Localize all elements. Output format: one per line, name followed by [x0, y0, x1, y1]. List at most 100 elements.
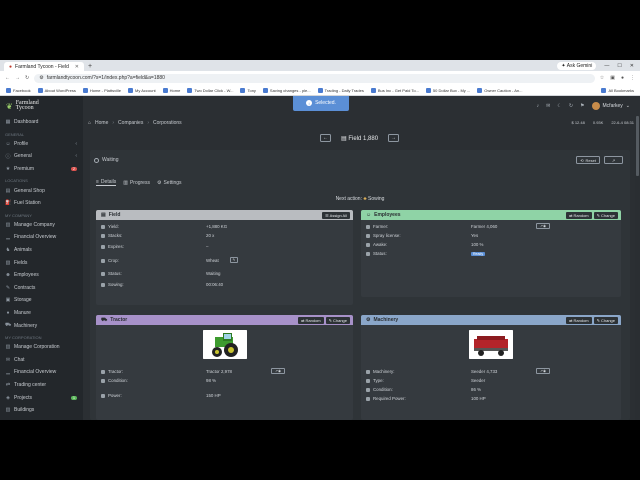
sidebar-item-employees[interactable]: ☻ Employees	[0, 269, 83, 282]
building-icon: ▥	[5, 344, 11, 351]
minimize-icon[interactable]: —	[604, 63, 609, 69]
employees-change-button[interactable]: ✎ Change	[593, 211, 618, 219]
site-info-icon[interactable]: ⚙	[39, 75, 43, 81]
row-action-button[interactable]: ↗ ◉	[536, 368, 550, 374]
reset-button[interactable]: ⟲ Reset	[576, 156, 600, 164]
sidebar-item-buildings[interactable]: ▥ Buildings	[0, 404, 83, 417]
share-button[interactable]: ↗	[604, 156, 623, 164]
maximize-icon[interactable]: ☐	[617, 63, 621, 69]
sidebar-item-contracts[interactable]: ✎ Contracts	[0, 282, 83, 295]
prev-field-button[interactable]: ←	[320, 134, 331, 142]
bookmark-item[interactable]: Tony	[240, 87, 256, 93]
user-menu[interactable]: Mcfarkey ⌄	[591, 102, 630, 110]
machinery-card-header: ⚙ Machinery ⇄ Random ✎ Change	[361, 315, 621, 325]
tab-details[interactable]: ≡ Details	[96, 179, 117, 186]
bookmark-item[interactable]: Owner Caution - An...	[477, 87, 522, 93]
machinery-change-button[interactable]: ✎ Change	[593, 316, 618, 324]
tab-progress[interactable]: ▥ Progress	[123, 179, 150, 186]
ask-gemini-button[interactable]: ✦ Ask Gemini	[557, 61, 597, 70]
row-bullet-icon	[101, 224, 105, 229]
forward-icon[interactable]: →	[15, 75, 20, 81]
bookmark-favicon-icon	[370, 87, 376, 93]
sidebar-item-general[interactable]: ⓘ General ‹	[0, 150, 83, 163]
chat-bubble-icon[interactable]: ✉	[546, 103, 550, 109]
edit-icon: ✎	[232, 258, 236, 262]
browser-tabstrip: ● Farmland Tycoon - Field ✕ + ✦ Ask Gemi…	[0, 60, 640, 71]
sidebar-item-manage-company[interactable]: ▥ Manage Company	[0, 219, 83, 232]
extensions-icon[interactable]: ▣	[610, 75, 615, 81]
refresh-icon[interactable]: ↻	[569, 103, 573, 109]
sidebar-item-financial-overview[interactable]: ▁ Financial Overview	[0, 366, 83, 379]
next-field-button[interactable]: →	[388, 134, 400, 142]
employees-random-button[interactable]: ⇄ Random	[566, 211, 592, 219]
bookmark-item[interactable]: Saving changes - ple...	[262, 87, 311, 93]
close-tab-icon[interactable]: ✕	[75, 64, 79, 70]
sidebar-item-machinery[interactable]: ⛟ Machinery	[0, 319, 83, 332]
row-action-button[interactable]: ↗ ◉	[536, 223, 550, 229]
bookmark-item[interactable]: Facebook	[6, 87, 31, 93]
menu-icon[interactable]: ⋮	[630, 75, 635, 81]
next-action-value: Sowing	[368, 196, 385, 202]
field-card-header: ▤ Field ☰ Assign All	[96, 210, 353, 220]
tab-settings[interactable]: ⚙ Settings	[157, 179, 182, 186]
tractor-random-button[interactable]: ⇄ Random	[298, 316, 324, 324]
sidebar-item-trading-center[interactable]: ⇄ Trading center	[0, 379, 83, 392]
tractor-change-button[interactable]: ✎ Change	[325, 316, 350, 324]
profile-icon[interactable]: ●	[621, 75, 624, 81]
sidebar-item-fields[interactable]: ▧ Fields	[0, 256, 83, 269]
chat-icon: ✉	[5, 356, 11, 363]
bookmark-item[interactable]: Home - Plattsville	[82, 87, 121, 93]
contract-icon: ✎	[5, 284, 11, 291]
field-icon: ▤	[101, 212, 106, 218]
sidebar-item-profile[interactable]: ☺ Profile ‹	[0, 138, 83, 151]
tractor-card: ⛟ Tractor ⇄ Random ✎ Change Tractor: Tra…	[96, 315, 353, 420]
bookmark-star-icon[interactable]: ☆	[600, 75, 604, 81]
breadcrumb-home[interactable]: Home	[95, 120, 108, 126]
bookmark-item[interactable]: Bus Inc - Get Paid To...	[370, 87, 419, 93]
bookmark-favicon-icon	[477, 87, 483, 93]
breadcrumb-companies[interactable]: Companies	[118, 120, 143, 126]
sidebar-item-fuel-station[interactable]: ⛽ Fuel Station	[0, 197, 83, 210]
assign-all-button[interactable]: ☰ Assign All	[322, 211, 350, 219]
row-action-button[interactable]: ↗ ◉	[271, 368, 285, 374]
bookmark-item[interactable]: About WordPress	[37, 87, 76, 93]
sidebar-item-chat[interactable]: ✉ Chat	[0, 354, 83, 367]
bookmark-item[interactable]: Trading - Daily Trades	[317, 87, 364, 93]
url-field[interactable]: ⚙ farmlandtycoon.com/?s=1/index.php?a=fi…	[34, 73, 595, 83]
row-label: Yield:	[101, 224, 119, 229]
dashboard-icon: ▦	[5, 119, 11, 126]
star-icon: ★	[5, 166, 11, 173]
moon-icon[interactable]: ☾	[557, 103, 561, 109]
sidebar-item-projects[interactable]: ◈ Projects 1	[0, 391, 83, 404]
all-bookmarks-link[interactable]: All Bookmarks	[601, 87, 634, 93]
sidebar-item-dashboard[interactable]: ▦ Dashboard	[0, 116, 83, 129]
machinery-random-button[interactable]: ⇄ Random	[566, 316, 592, 324]
new-tab-button[interactable]: +	[88, 63, 92, 70]
sidebar-item-animals[interactable]: ♞ Animals	[0, 244, 83, 257]
page-scrollbar[interactable]	[635, 116, 640, 420]
close-window-icon[interactable]: ✕	[630, 63, 634, 69]
bookmark-item[interactable]: My Account	[127, 87, 156, 93]
shop-icon: ▤	[5, 187, 11, 194]
bookmark-item[interactable]: Two Dollar Click - W...	[187, 87, 233, 93]
sidebar-item-manure[interactable]: ● Manure	[0, 307, 83, 320]
flag-icon[interactable]: ⚑	[580, 103, 584, 109]
bell-icon[interactable]: ♪	[537, 103, 540, 109]
sidebar-item-premium[interactable]: ★ Premium 2	[0, 163, 83, 176]
sidebar-item-financial-overview[interactable]: ▁ Financial Overview	[0, 231, 83, 244]
bookmark-item[interactable]: Home	[162, 87, 180, 93]
eye-icon: ◉	[542, 369, 546, 373]
crop-edit-button[interactable]: ✎	[230, 257, 238, 263]
back-icon[interactable]: ←	[5, 75, 10, 81]
reload-icon[interactable]: ↻	[25, 75, 29, 81]
sidebar-item-manage-corporation[interactable]: ▥ Manage Corporation	[0, 341, 83, 354]
bookmark-item[interactable]: 50 Dollar Bux - My ...	[425, 87, 470, 93]
scrollbar-thumb[interactable]	[636, 116, 639, 176]
share-icon: ↗	[611, 157, 616, 163]
sidebar-item-storage[interactable]: ▣ Storage	[0, 294, 83, 307]
home-icon: ⌂	[88, 120, 92, 126]
breadcrumb-corporations[interactable]: Corporations	[153, 120, 182, 126]
sidebar-item-general-shop[interactable]: ▤ General Shop	[0, 184, 83, 197]
logo[interactable]: ❦ Farmland Tycoon	[0, 96, 83, 116]
browser-tab[interactable]: ● Farmland Tycoon - Field ✕	[4, 62, 84, 71]
